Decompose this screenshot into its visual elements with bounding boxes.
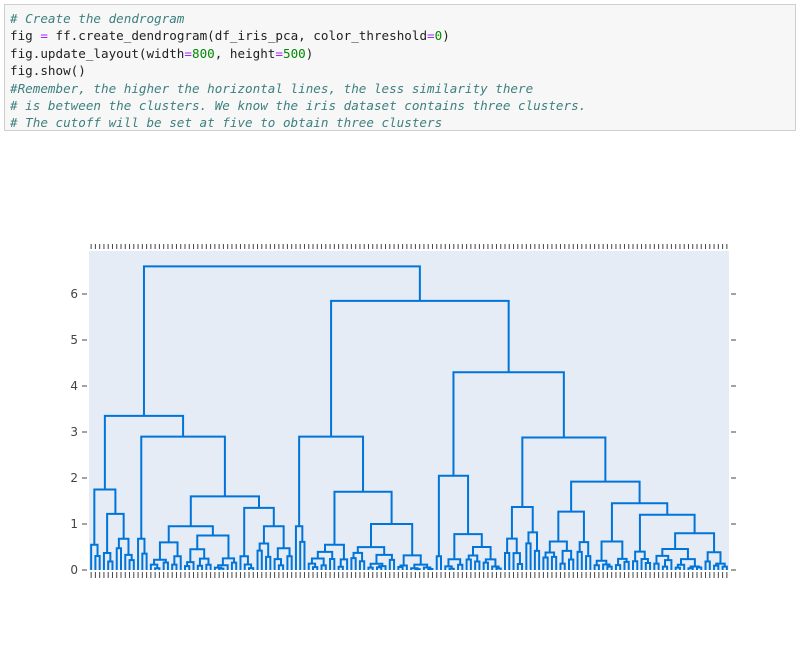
y-tick-label: 4 — [70, 379, 78, 393]
dendrogram-chart: 0 1 2 3 4 5 6 — [70, 244, 736, 578]
y-tick-label: 3 — [70, 425, 78, 439]
y-tick-label: 2 — [70, 471, 78, 485]
plot-area — [89, 251, 729, 570]
y-tick-label: 5 — [70, 333, 78, 347]
y-tick-label: 6 — [70, 287, 78, 301]
y-tick-label: 0 — [70, 563, 78, 577]
y-tick-label: 1 — [70, 517, 78, 531]
dendrogram-link — [427, 567, 434, 570]
